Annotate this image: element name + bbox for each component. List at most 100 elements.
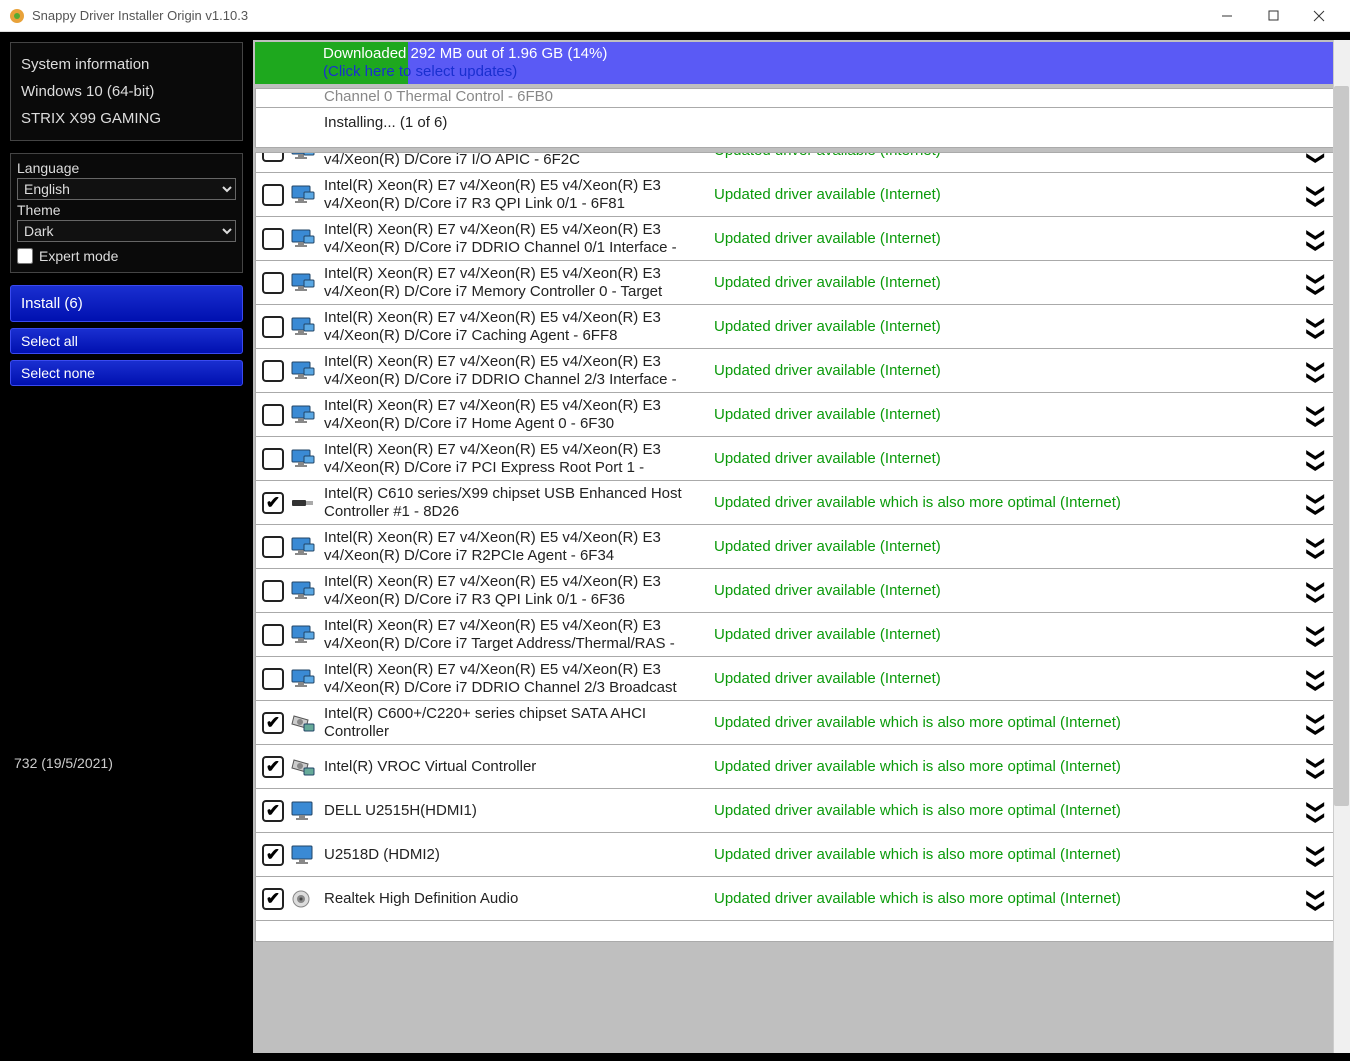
driver-name: Intel(R) Xeon(R) E7 v4/Xeon(R) E5 v4/Xeo… xyxy=(324,265,714,300)
driver-row[interactable]: Realtek High Definition AudioUpdated dri… xyxy=(256,877,1347,921)
driver-name: Realtek High Definition Audio xyxy=(324,890,714,907)
driver-row[interactable]: Intel(R) Xeon(R) E7 v4/Xeon(R) E5 v4/Xeo… xyxy=(256,152,1347,173)
driver-row[interactable]: Intel(R) VROC Virtual ControllerUpdated … xyxy=(256,745,1347,789)
select-all-button[interactable]: Select all xyxy=(10,328,243,354)
driver-name: Intel(R) VROC Virtual Controller xyxy=(324,758,714,775)
driver-row[interactable]: Intel(R) Xeon(R) E7 v4/Xeon(R) E5 v4/Xeo… xyxy=(256,569,1347,613)
driver-row[interactable]: Intel(R) C600+/C220+ series chipset SATA… xyxy=(256,701,1347,745)
driver-row[interactable]: Intel(R) Xeon(R) E7 v4/Xeon(R) E5 v4/Xeo… xyxy=(256,613,1347,657)
driver-checkbox[interactable] xyxy=(262,712,284,734)
chevron-down-icon[interactable]: ❯❯ xyxy=(1306,358,1327,384)
driver-status: Updated driver available (Internet) xyxy=(714,406,1303,423)
driver-row[interactable]: Intel(R) Xeon(R) E7 v4/Xeon(R) E5 v4/Xeo… xyxy=(256,217,1347,261)
driver-status: Updated driver available which is also m… xyxy=(714,714,1303,731)
download-text: Downloaded 292 MB out of 1.96 GB (14%) xyxy=(323,45,607,63)
maximize-button[interactable] xyxy=(1250,1,1296,31)
driver-checkbox[interactable] xyxy=(262,536,284,558)
language-select[interactable]: English xyxy=(17,178,236,200)
driver-list[interactable]: Intel(R) Xeon(R) E7 v4/Xeon(R) E5 v4/Xeo… xyxy=(255,152,1348,942)
scrollbar-track[interactable] xyxy=(1333,40,1350,1053)
driver-checkbox[interactable] xyxy=(262,756,284,778)
driver-name: Intel(R) Xeon(R) E7 v4/Xeon(R) E5 v4/Xeo… xyxy=(324,617,714,652)
driver-checkbox[interactable] xyxy=(262,272,284,294)
driver-row[interactable]: Intel(R) Xeon(R) E7 v4/Xeon(R) E5 v4/Xeo… xyxy=(256,305,1347,349)
main-area: Downloaded 292 MB out of 1.96 GB (14%) (… xyxy=(253,32,1350,1061)
chevron-down-icon[interactable]: ❯❯ xyxy=(1306,798,1327,824)
select-none-button[interactable]: Select none xyxy=(10,360,243,386)
driver-status: Updated driver available which is also m… xyxy=(714,890,1303,907)
chevron-down-icon[interactable]: ❯❯ xyxy=(1306,578,1327,604)
driver-row[interactable]: Intel(R) Xeon(R) E7 v4/Xeon(R) E5 v4/Xeo… xyxy=(256,437,1347,481)
driver-name: Intel(R) Xeon(R) E7 v4/Xeon(R) E5 v4/Xeo… xyxy=(324,221,714,256)
driver-checkbox[interactable] xyxy=(262,580,284,602)
driver-checkbox[interactable] xyxy=(262,888,284,910)
monitor-icon xyxy=(290,668,316,690)
sidebar-footer: 732 (19/5/2021) xyxy=(10,755,243,1051)
driver-status: Updated driver available which is also m… xyxy=(714,494,1303,511)
chevron-down-icon[interactable]: ❯❯ xyxy=(1306,314,1327,340)
install-button[interactable]: Install (6) xyxy=(10,285,243,322)
chevron-down-icon[interactable]: ❯❯ xyxy=(1306,534,1327,560)
chevron-down-icon[interactable]: ❯❯ xyxy=(1306,666,1327,692)
driver-status: Updated driver available (Internet) xyxy=(714,186,1303,203)
driver-name: Intel(R) C600+/C220+ series chipset SATA… xyxy=(324,705,714,740)
driver-checkbox[interactable] xyxy=(262,184,284,206)
download-subtext: (Click here to select updates) xyxy=(323,63,607,81)
driver-row[interactable]: Intel(R) Xeon(R) E7 v4/Xeon(R) E5 v4/Xeo… xyxy=(256,393,1347,437)
driver-row[interactable]: Intel(R) C610 series/X99 chipset USB Enh… xyxy=(256,481,1347,525)
theme-select[interactable]: Dark xyxy=(17,220,236,242)
driver-checkbox[interactable] xyxy=(262,152,284,162)
driver-checkbox[interactable] xyxy=(262,360,284,382)
driver-row[interactable]: Intel(R) Xeon(R) E7 v4/Xeon(R) E5 v4/Xeo… xyxy=(256,657,1347,701)
driver-row[interactable]: Intel(R) Xeon(R) E7 v4/Xeon(R) E5 v4/Xeo… xyxy=(256,261,1347,305)
driver-row[interactable]: Intel(R) Xeon(R) E7 v4/Xeon(R) E5 v4/Xeo… xyxy=(256,349,1347,393)
driver-row[interactable]: DELL U2515H(HDMI1)Updated driver availab… xyxy=(256,789,1347,833)
installing-status-row: Installing... (1 of 6) xyxy=(255,108,1348,148)
driver-checkbox[interactable] xyxy=(262,624,284,646)
chevron-down-icon[interactable]: ❯❯ xyxy=(1306,710,1327,736)
actions-panel: Install (6) Select all Select none xyxy=(10,285,243,392)
chevron-down-icon[interactable]: ❯❯ xyxy=(1306,402,1327,428)
display-icon xyxy=(290,844,316,866)
driver-status: Updated driver available (Internet) xyxy=(714,626,1303,643)
driver-checkbox[interactable] xyxy=(262,668,284,690)
driver-checkbox[interactable] xyxy=(262,316,284,338)
chevron-down-icon[interactable]: ❯❯ xyxy=(1306,152,1327,164)
system-info-panel[interactable]: System information Windows 10 (64-bit) S… xyxy=(10,42,243,141)
expert-mode-checkbox[interactable] xyxy=(17,248,33,264)
chevron-down-icon[interactable]: ❯❯ xyxy=(1306,270,1327,296)
driver-checkbox[interactable] xyxy=(262,844,284,866)
driver-row[interactable]: Intel(R) Xeon(R) E7 v4/Xeon(R) E5 v4/Xeo… xyxy=(256,525,1347,569)
chevron-down-icon[interactable]: ❯❯ xyxy=(1306,490,1327,516)
driver-status: Updated driver available (Internet) xyxy=(714,670,1303,687)
monitor-icon xyxy=(290,184,316,206)
driver-name: Intel(R) Xeon(R) E7 v4/Xeon(R) E5 v4/Xeo… xyxy=(324,441,714,476)
chevron-down-icon[interactable]: ❯❯ xyxy=(1306,622,1327,648)
chevron-down-icon[interactable]: ❯❯ xyxy=(1306,226,1327,252)
close-button[interactable] xyxy=(1296,1,1342,31)
app-icon xyxy=(8,7,26,25)
download-progress-bar[interactable]: Downloaded 292 MB out of 1.96 GB (14%) (… xyxy=(255,42,1348,84)
settings-panel: Language English Theme Dark Expert mode xyxy=(10,153,243,273)
driver-checkbox[interactable] xyxy=(262,800,284,822)
driver-checkbox[interactable] xyxy=(262,228,284,250)
chevron-down-icon[interactable]: ❯❯ xyxy=(1306,754,1327,780)
driver-name: DELL U2515H(HDMI1) xyxy=(324,802,714,819)
driver-checkbox[interactable] xyxy=(262,448,284,470)
driver-row[interactable]: Intel(R) Xeon(R) E7 v4/Xeon(R) E5 v4/Xeo… xyxy=(256,173,1347,217)
monitor-icon xyxy=(290,624,316,646)
storage-icon xyxy=(290,756,316,778)
chevron-down-icon[interactable]: ❯❯ xyxy=(1306,182,1327,208)
driver-name: Intel(R) Xeon(R) E7 v4/Xeon(R) E5 v4/Xeo… xyxy=(324,353,714,388)
scrollbar-thumb[interactable] xyxy=(1334,86,1349,806)
minimize-button[interactable] xyxy=(1204,1,1250,31)
driver-name: Intel(R) Xeon(R) E7 v4/Xeon(R) E5 v4/Xeo… xyxy=(324,152,714,168)
driver-checkbox[interactable] xyxy=(262,492,284,514)
driver-row[interactable]: U2518D (HDMI2)Updated driver available w… xyxy=(256,833,1347,877)
driver-checkbox[interactable] xyxy=(262,404,284,426)
chevron-down-icon[interactable]: ❯❯ xyxy=(1306,842,1327,868)
monitor-icon xyxy=(290,448,316,470)
chevron-down-icon[interactable]: ❯❯ xyxy=(1306,886,1327,912)
monitor-icon xyxy=(290,228,316,250)
chevron-down-icon[interactable]: ❯❯ xyxy=(1306,446,1327,472)
